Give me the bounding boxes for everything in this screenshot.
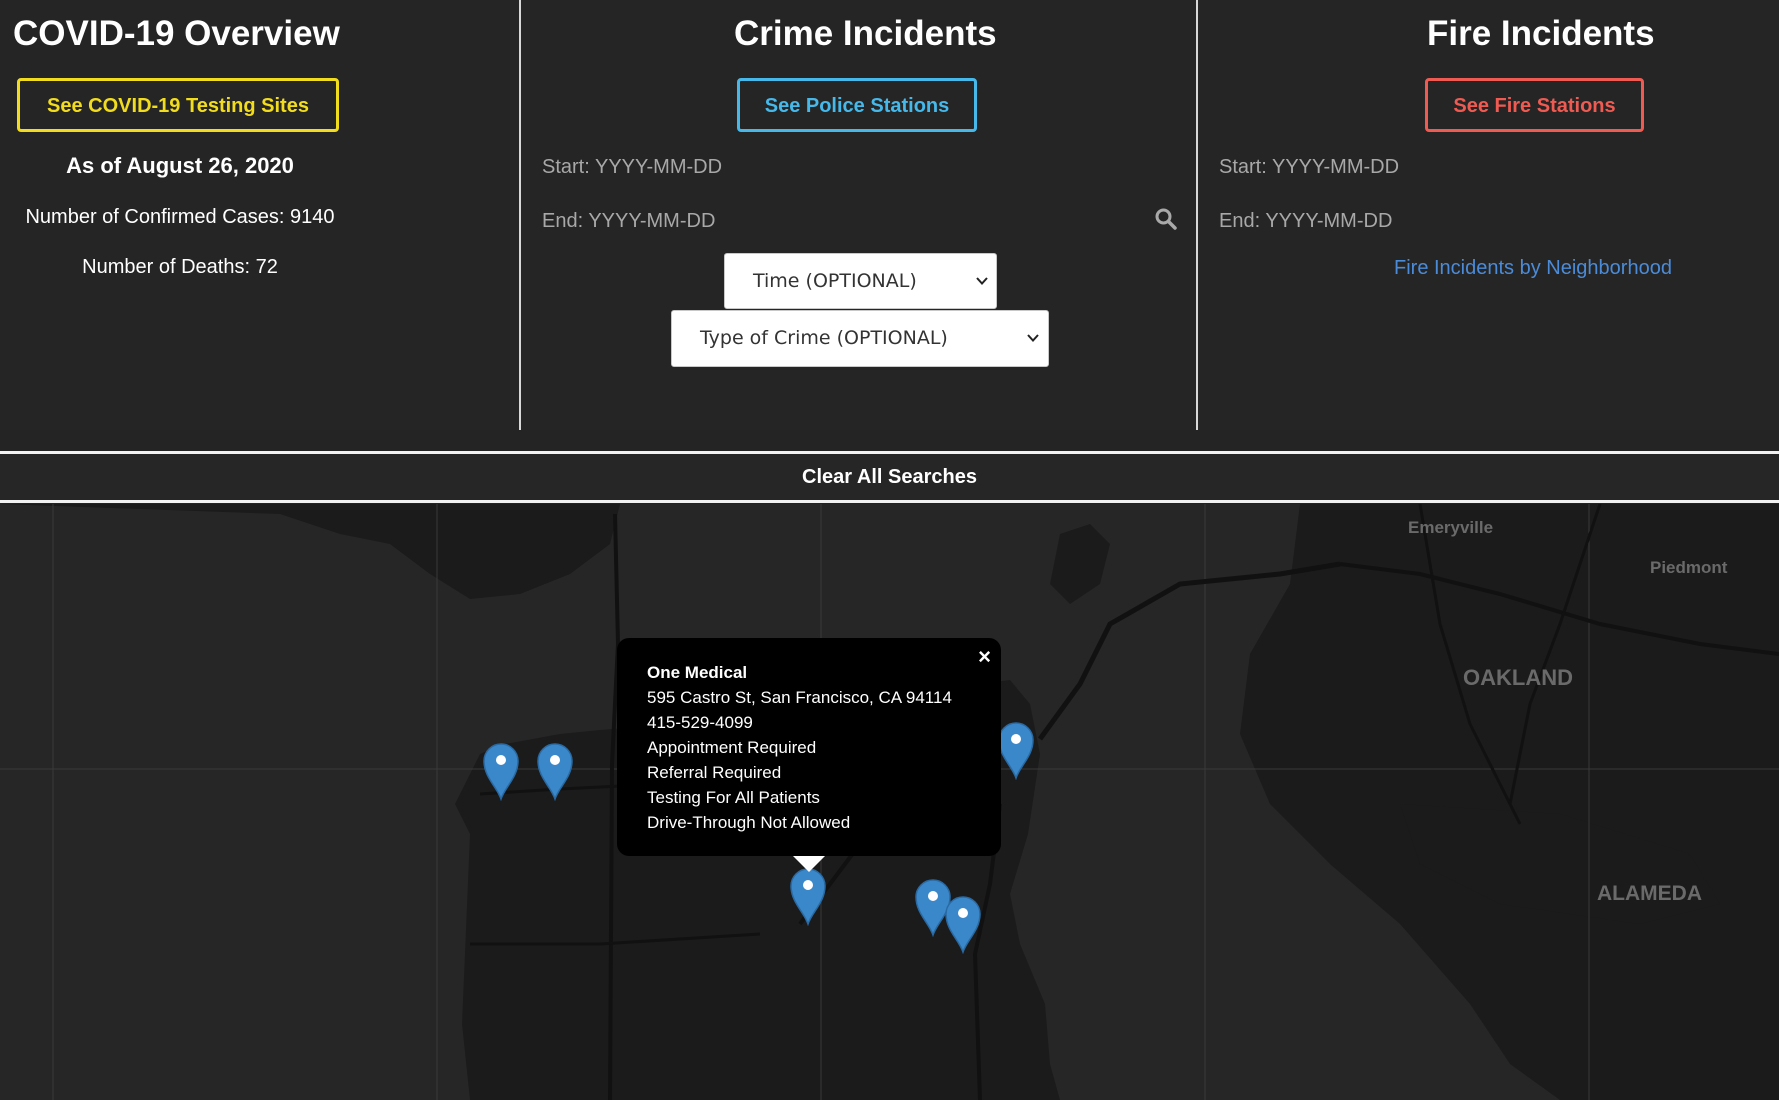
time-select-value: Time (OPTIONAL) bbox=[753, 270, 917, 292]
filter-panel: COVID-19 Overview See COVID-19 Testing S… bbox=[0, 0, 1779, 430]
chevron-down-icon bbox=[1026, 328, 1040, 350]
crime-column: Crime Incidents See Police Stations Time… bbox=[519, 0, 1195, 430]
deaths-count: Number of Deaths: 72 bbox=[82, 256, 278, 278]
popup-phone: 415-529-4099 bbox=[647, 713, 753, 732]
map-label-alameda: ALAMEDA bbox=[1597, 882, 1702, 905]
map-label-emeryville: Emeryville bbox=[1408, 518, 1494, 537]
map-label-piedmont: Piedmont bbox=[1650, 558, 1728, 577]
fire-column: Fire Incidents See Fire Stations Fire In… bbox=[1196, 0, 1779, 430]
search-icon[interactable] bbox=[1154, 207, 1178, 236]
as-of-date: As of August 26, 2020 bbox=[66, 153, 294, 178]
popup-address: 595 Castro St, San Francisco, CA 94114 bbox=[647, 688, 952, 707]
popup-referral: Referral Required bbox=[647, 763, 782, 782]
testing-site-marker[interactable] bbox=[482, 741, 520, 802]
covid-column: COVID-19 Overview See COVID-19 Testing S… bbox=[0, 0, 518, 430]
crime-type-select[interactable]: Type of Crime (OPTIONAL) bbox=[671, 310, 1049, 367]
testing-site-marker[interactable] bbox=[789, 866, 827, 927]
testing-site-marker[interactable] bbox=[997, 720, 1035, 781]
popup-appointment: Appointment Required bbox=[647, 738, 817, 757]
close-icon[interactable]: × bbox=[978, 644, 991, 669]
testing-site-marker[interactable] bbox=[536, 741, 574, 802]
fire-by-neighborhood-link[interactable]: Fire Incidents by Neighborhood bbox=[1394, 257, 1672, 280]
chevron-down-icon bbox=[975, 271, 989, 293]
time-select[interactable]: Time (OPTIONAL) bbox=[724, 253, 997, 309]
see-police-stations-button[interactable]: See Police Stations bbox=[737, 78, 977, 132]
confirmed-cases: Number of Confirmed Cases: 9140 bbox=[25, 206, 335, 228]
testing-site-popup: × One Medical 595 Castro St, San Francis… bbox=[617, 638, 1001, 872]
fire-start-date-input[interactable] bbox=[1219, 152, 1719, 182]
popup-tip bbox=[793, 856, 825, 872]
testing-site-marker[interactable] bbox=[944, 894, 982, 955]
crime-type-select-value: Type of Crime (OPTIONAL) bbox=[700, 327, 948, 349]
popup-testing: Testing For All Patients bbox=[647, 788, 820, 807]
clear-all-searches-button[interactable]: Clear All Searches bbox=[0, 451, 1779, 503]
see-testing-sites-button[interactable]: See COVID-19 Testing Sites bbox=[17, 78, 339, 132]
fire-end-date-input[interactable] bbox=[1219, 206, 1719, 236]
popup-site-name: One Medical bbox=[647, 663, 748, 682]
map-label-oakland: OAKLAND bbox=[1463, 665, 1573, 690]
see-fire-stations-button[interactable]: See Fire Stations bbox=[1425, 78, 1644, 132]
crime-end-date-input[interactable] bbox=[542, 206, 1042, 236]
popup-drive-through: Drive-Through Not Allowed bbox=[647, 813, 851, 832]
crime-title: Crime Incidents bbox=[734, 14, 997, 53]
covid-title: COVID-19 Overview bbox=[13, 14, 340, 53]
fire-title: Fire Incidents bbox=[1427, 14, 1655, 53]
crime-start-date-input[interactable] bbox=[542, 152, 1042, 182]
